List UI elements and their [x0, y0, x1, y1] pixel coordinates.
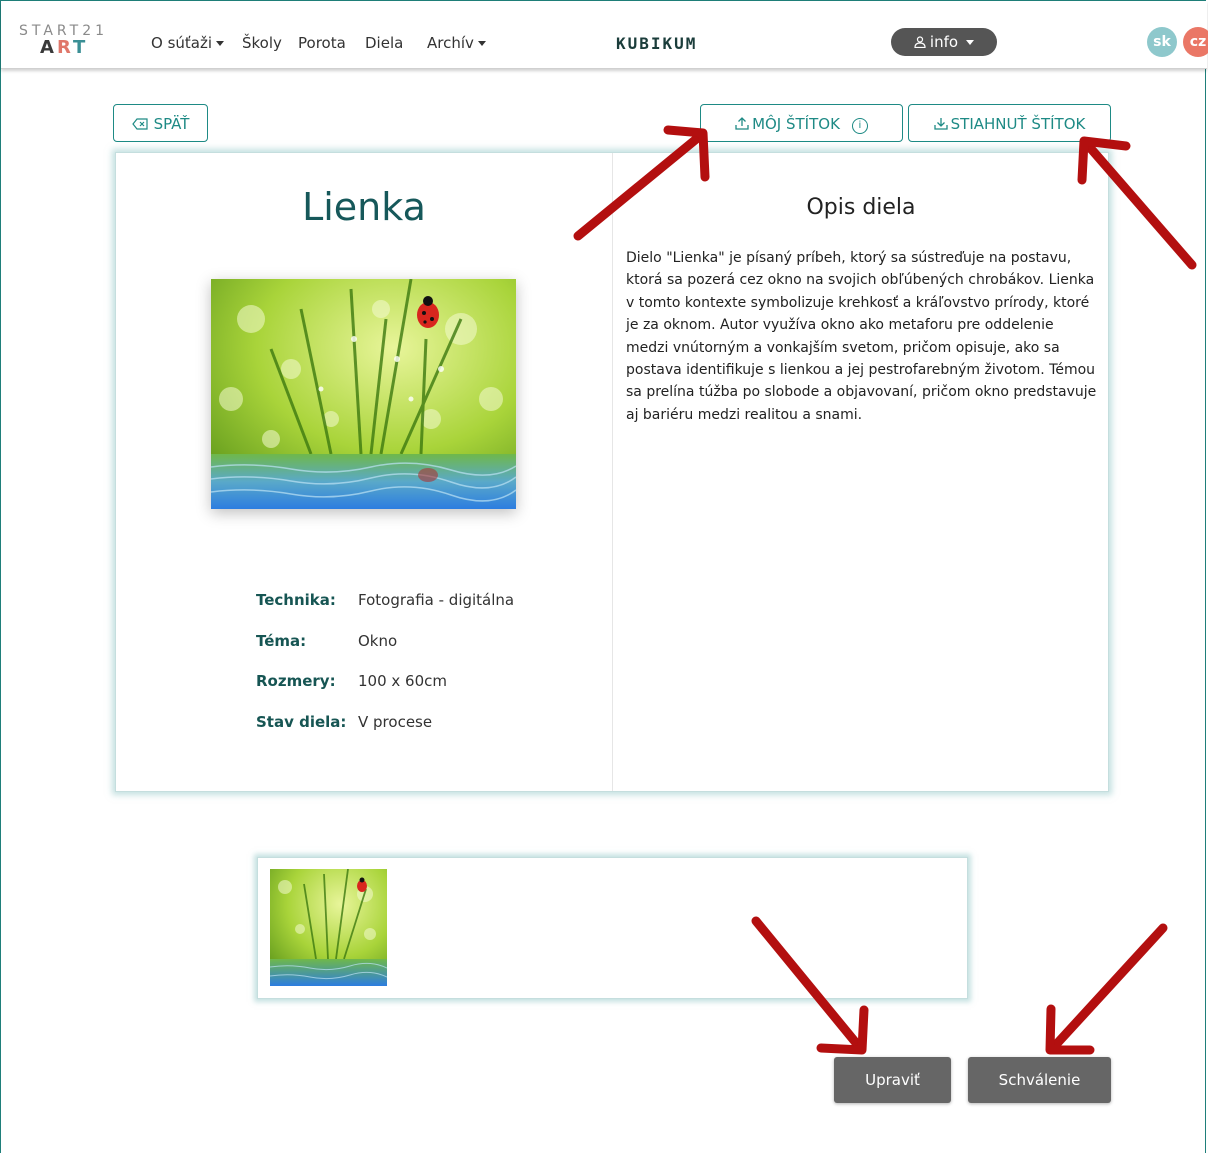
nav-skoly[interactable]: Školy [242, 34, 282, 52]
gallery-thumbnail[interactable] [270, 869, 387, 986]
detail-key: Téma: [256, 631, 307, 650]
approve-button[interactable]: Schválenie [968, 1057, 1111, 1103]
artwork-details: Technika: Fotografia - digitálna Téma: O… [256, 591, 576, 753]
detail-key: Technika: [256, 591, 336, 609]
description-heading: Opis diela [806, 195, 916, 220]
logo-art-text: ART [40, 37, 89, 58]
backspace-icon [131, 118, 148, 130]
edit-button[interactable]: Upraviť [834, 1057, 951, 1103]
detail-key: Rozmery: [256, 672, 336, 690]
nav-diela[interactable]: Diela [365, 34, 403, 52]
detail-row-rozmery: Rozmery: 100 x 60cm [256, 672, 576, 713]
detail-value: Okno [358, 631, 398, 650]
detail-value: Fotografia - digitálna [358, 591, 515, 609]
download-icon [933, 118, 948, 130]
detail-row-stav-diela: Stav diela: V procese [256, 713, 576, 754]
my-label-button[interactable]: MÔJ ŠTÍTOK i [700, 104, 903, 142]
artwork-title: Lienka [302, 185, 426, 229]
download-label-button[interactable]: STIAHNUŤ ŠTÍTOK [908, 104, 1111, 142]
caret-down-icon [216, 41, 225, 46]
nav-archiv-dropdown[interactable]: Archív [427, 34, 486, 52]
artwork-detail-card: Lienka Technika: Fotografia - digitálna … [115, 152, 1109, 792]
caret-down-icon [477, 41, 486, 46]
upload-icon [735, 117, 749, 130]
detail-value: V procese [358, 712, 433, 731]
image-gallery [257, 857, 968, 999]
nav-porota[interactable]: Porota [298, 34, 346, 52]
artwork-image-ladybug[interactable] [211, 279, 516, 509]
language-cz-button[interactable]: cz [1183, 27, 1208, 57]
start21-art-logo[interactable]: START21 ART [19, 23, 129, 63]
user-menu-button[interactable]: info [891, 28, 997, 56]
column-divider [612, 153, 613, 791]
user-icon [914, 36, 926, 49]
info-icon[interactable]: i [851, 118, 868, 134]
description-text: Dielo "Lienka" je písaný príbeh, ktorý s… [626, 250, 1097, 423]
detail-key: Stav diela: [256, 712, 347, 731]
kubikum-brand[interactable]: KUBIKUM [616, 34, 697, 53]
caret-down-icon [966, 40, 975, 45]
detail-value: 100 x 60cm [358, 672, 447, 690]
back-button[interactable]: SPÄŤ [113, 104, 208, 142]
detail-row-technika: Technika: Fotografia - digitálna [256, 591, 576, 632]
nav-o-sutazi-dropdown[interactable]: O súťaži [151, 34, 225, 52]
language-sk-button[interactable]: sk [1147, 27, 1177, 57]
detail-row-tema: Téma: Okno [256, 632, 576, 673]
top-navbar: START21 ART O súťaži Školy Porota Diela … [1, 1, 1208, 69]
